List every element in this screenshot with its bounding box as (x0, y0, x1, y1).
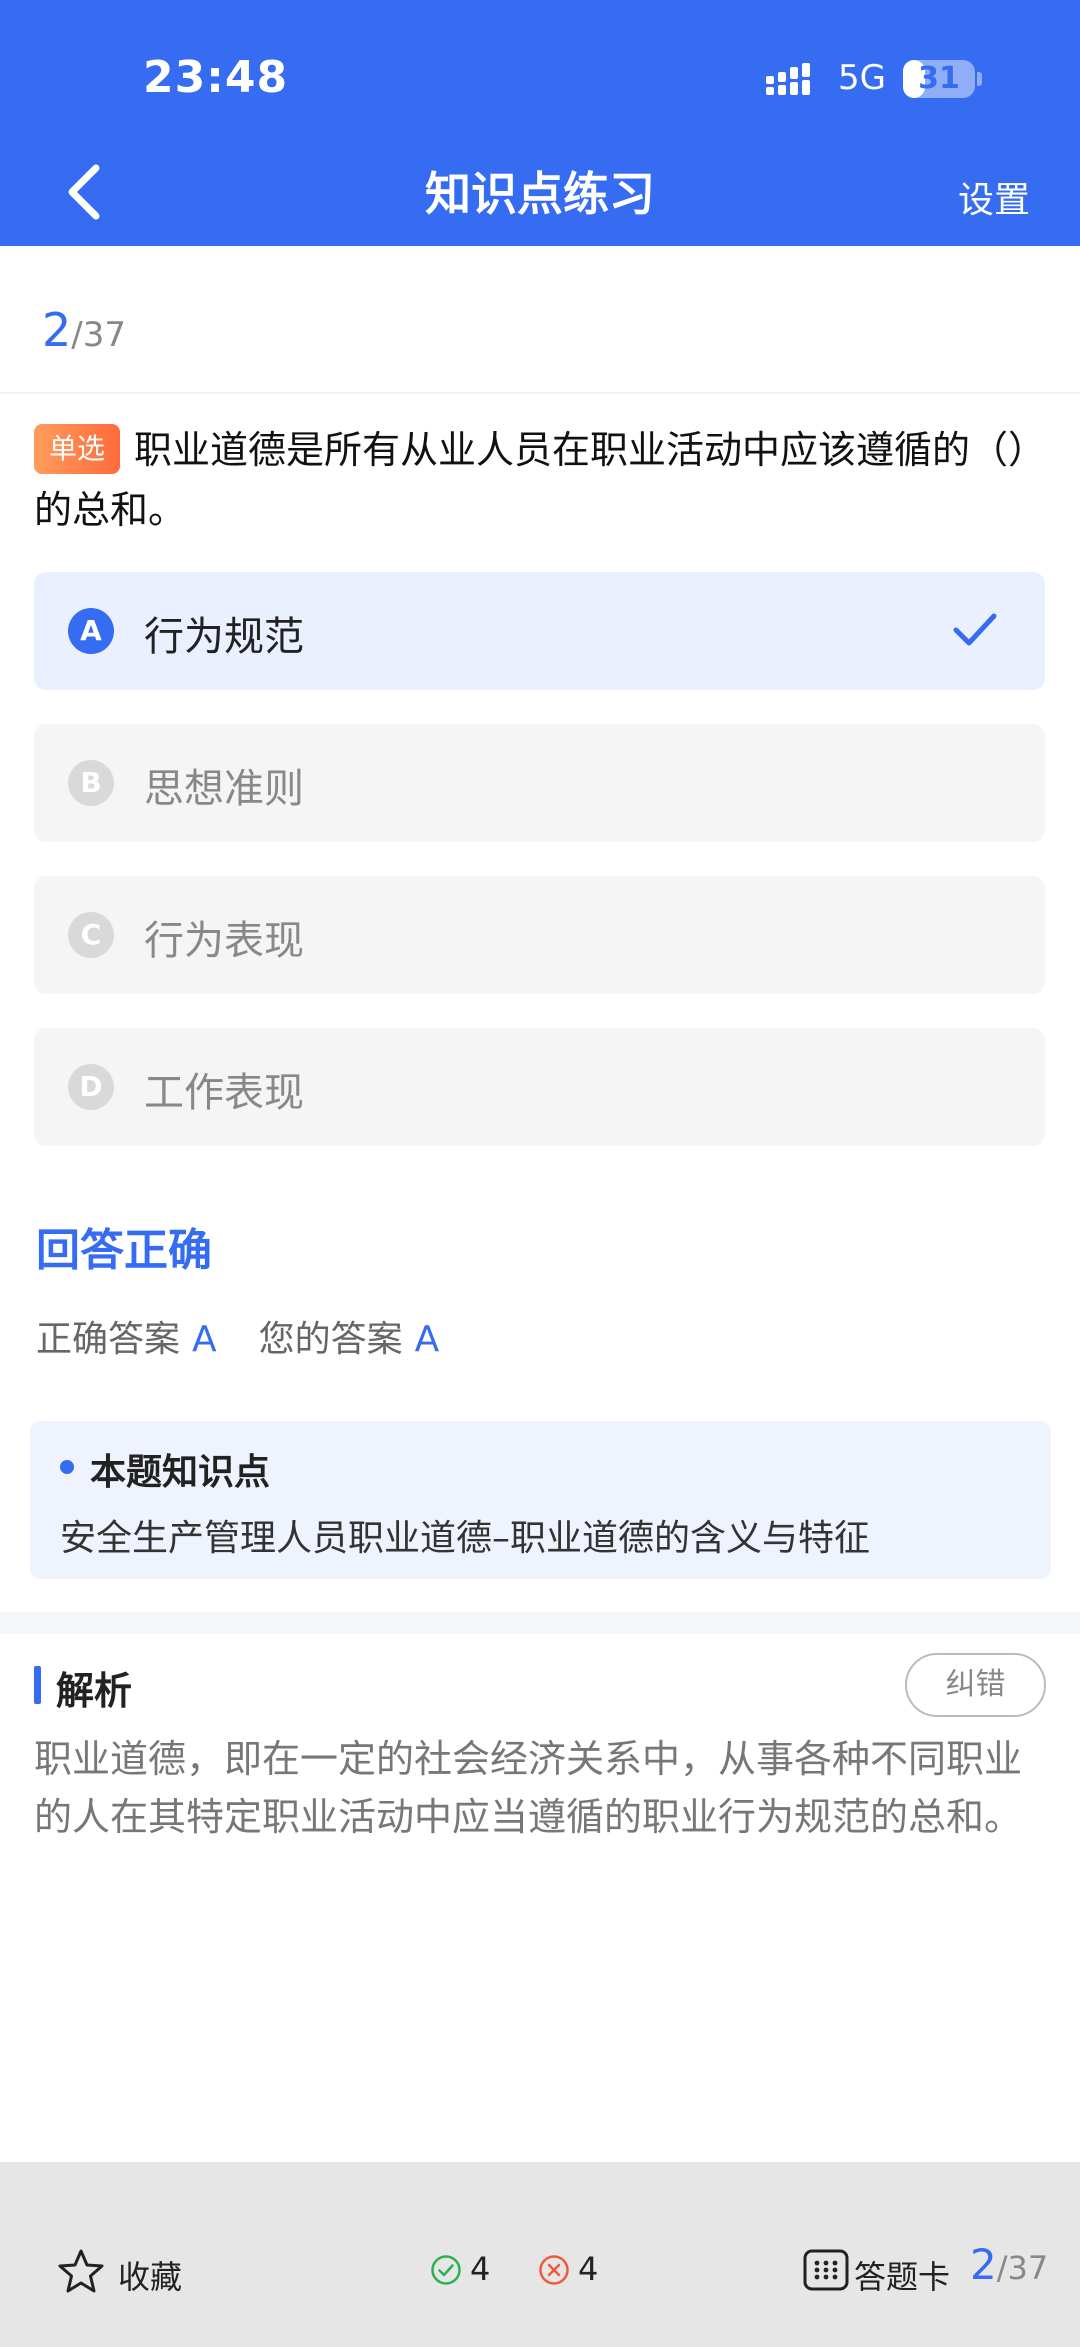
option-d[interactable]: D 工作表现 (34, 1028, 1045, 1146)
question-text: 职业道德是所有从业人员在职业活动中应该遵循的（）的总和。 (34, 428, 1028, 532)
option-a[interactable]: A 行为规范 (34, 572, 1045, 690)
star-icon (58, 2249, 104, 2293)
bottom-bar: 收藏 4 4 答题卡 2/37 (0, 2162, 1080, 2347)
option-letter-c: C (68, 912, 114, 958)
option-letter-d: D (68, 1064, 114, 1110)
knowledge-point-text: 安全生产管理人员职业道德–职业道德的含义与特征 (60, 1518, 871, 1559)
correct-answer-value: A (192, 1319, 217, 1360)
signal-icon (766, 63, 810, 95)
status-time: 23:48 (143, 52, 289, 103)
option-text-c: 行为表现 (144, 918, 304, 964)
check-icon (953, 613, 997, 646)
knowledge-point-box: 本题知识点 安全生产管理人员职业道德–职业道德的含义与特征 (30, 1421, 1051, 1579)
answer-summary: 正确答案 A 您的答案 A (36, 1310, 481, 1362)
question-type-tag: 单选 (34, 424, 121, 474)
option-text-d: 工作表现 (144, 1070, 304, 1116)
question-stem: 单选 职业道德是所有从业人员在职业活动中应该遵循的（）的总和。 (34, 420, 1044, 540)
result-title: 回答正确 (36, 1225, 212, 1276)
option-letter-b: B (68, 760, 114, 806)
correct-answer-label: 正确答案 (36, 1319, 181, 1360)
bottom-progress-current: 2 (970, 2240, 997, 2289)
battery-level: 31 (918, 61, 960, 96)
knowledge-point-title: 本题知识点 (90, 1452, 271, 1493)
bullet-dot (60, 1460, 74, 1474)
option-text-a: 行为规范 (144, 614, 304, 660)
your-answer-label: 您的答案 (258, 1319, 403, 1360)
progress-total: /37 (71, 315, 126, 355)
check-circle-icon (431, 2255, 461, 2285)
option-letter-a: A (68, 608, 114, 654)
top-header: 23:48 5G 31 知识点练习 设置 (0, 0, 1080, 246)
answer-card-label: 答题卡 (854, 2258, 951, 2296)
option-b[interactable]: B 思想准则 (34, 724, 1045, 842)
page-title: 知识点练习 (425, 167, 655, 221)
your-answer-value: A (414, 1319, 440, 1360)
section-accent-bar (34, 1666, 41, 1704)
battery-icon: 31 (903, 60, 975, 98)
option-text-b: 思想准则 (144, 766, 304, 812)
battery-tip (977, 72, 982, 86)
x-circle-icon (539, 2255, 569, 2285)
divider (0, 392, 1080, 394)
correct-count-value: 4 (470, 2250, 491, 2288)
progress-current: 2 (42, 303, 72, 357)
bottom-progress: 2/37 (970, 2240, 1048, 2289)
wrong-count-value: 4 (578, 2250, 599, 2288)
option-c[interactable]: C 行为表现 (34, 876, 1045, 994)
analysis-text: 职业道德，即在一定的社会经济关系中，从事各种不同职业的人在其特定职业活动中应当遵… (34, 1737, 1023, 1839)
question-progress: 2/37 (42, 303, 126, 357)
section-gap (0, 1612, 1080, 1634)
network-type: 5G (838, 58, 886, 98)
analysis-title: 解析 (56, 1669, 133, 1713)
settings-button[interactable]: 设置 (958, 171, 1030, 223)
favorite-label: 收藏 (118, 2258, 183, 2296)
bottom-progress-total: /37 (996, 2249, 1049, 2287)
report-error-button[interactable]: 纠错 (905, 1653, 1046, 1717)
grid-icon (803, 2249, 849, 2291)
